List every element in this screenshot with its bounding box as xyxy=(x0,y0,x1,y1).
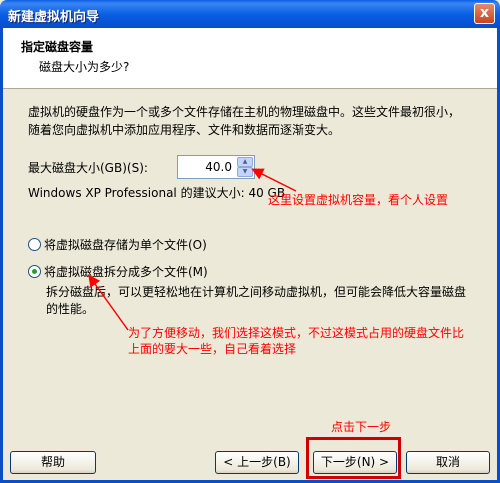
next-button-highlight xyxy=(306,437,401,479)
disk-note-arrow xyxy=(251,168,297,192)
help-button[interactable]: 帮助 xyxy=(10,451,96,474)
back-button[interactable]: < 上一步(B) xyxy=(215,451,299,474)
cancel-button[interactable]: 取消 xyxy=(406,451,490,474)
split-note-arrow xyxy=(88,274,129,331)
annotation-disk-note: 这里设置虚拟机容量，看个人设置 xyxy=(268,193,449,207)
annotation-next-note: 点击下一步 xyxy=(331,420,392,434)
annotation-arrows xyxy=(88,168,297,331)
annotation-split-note: 为了方便移动，我们选择这模式，不过这模式占用的硬盘文件比上面的要大一些，自己看着… xyxy=(128,326,465,356)
